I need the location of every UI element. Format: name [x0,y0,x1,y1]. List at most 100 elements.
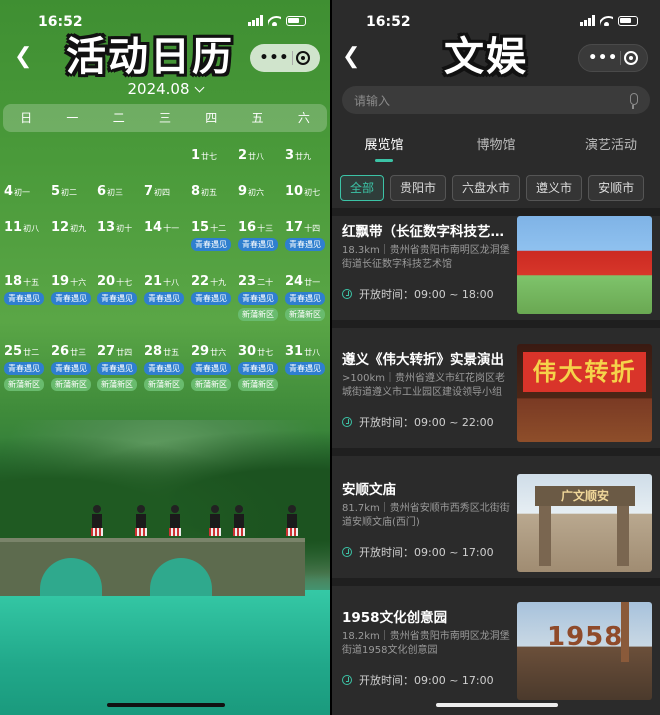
calendar-day[interactable]: 21十八 青春遇见 [144,270,190,305]
event-tag[interactable]: 青春遇见 [97,292,137,305]
event-tag[interactable]: 新蒲新区 [191,378,231,391]
event-tag[interactable]: 青春遇见 [191,362,231,375]
event-tag[interactable]: 青春遇见 [238,292,278,305]
filter-chip[interactable]: 贵阳市 [390,175,447,201]
month-selector[interactable]: 2024.08 [0,80,330,98]
calendar-day[interactable]: 23二十 青春遇见 新蒲新区 [238,270,284,321]
calendar-day[interactable]: 4初一 [4,180,50,199]
more-icon[interactable]: ••• [588,50,618,66]
calendar-day[interactable]: 14十一 [144,216,190,235]
calendar-day[interactable]: 17十四 青春遇见 [285,216,330,251]
venue-address: >100km｜贵州省遵义市红花岗区老城街道遵义市工业园区建设领导小组 [342,373,505,398]
miniprogram-capsule[interactable]: ••• [578,44,648,72]
venue-address: 18.2km｜贵州省贵阳市南明区龙洞堡街道1958文化创意园 [342,631,510,656]
event-tag[interactable]: 青春遇见 [191,238,231,251]
calendar-day[interactable]: 29廿六 青春遇见 新蒲新区 [191,340,237,391]
calendar-day[interactable]: 6初三 [97,180,143,199]
background-person [209,505,221,541]
calendar-day[interactable]: 9初六 [238,180,284,199]
calendar-day[interactable]: 12初九 [51,216,97,235]
tab-museum[interactable]: 博物馆 [468,134,524,153]
calendar-day[interactable]: 25廿二 青春遇见 新蒲新区 [4,340,50,391]
venue-card[interactable]: 安顺文庙 81.7km｜贵州省安顺市西秀区北街街道安顺文庙(西门) 开放时间：0… [332,472,660,592]
calendar-day[interactable]: 3廿九 [285,144,330,163]
event-tag[interactable]: 青春遇见 [238,238,278,251]
event-tag[interactable]: 新蒲新区 [144,378,184,391]
calendar-day[interactable]: 10初七 [285,180,330,199]
calendar-day[interactable]: 27廿四 青春遇见 新蒲新区 [97,340,143,391]
more-icon[interactable]: ••• [260,50,290,66]
calendar-day[interactable]: 20十七 青春遇见 [97,270,143,305]
event-tag[interactable]: 新蒲新区 [285,308,325,321]
filter-chip[interactable]: 六盘水市 [452,175,521,201]
home-indicator[interactable] [436,703,558,707]
calendar-day[interactable]: 30廿七 青春遇见 新蒲新区 [238,340,284,391]
tab-performance[interactable]: 演艺活动 [576,134,646,153]
calendar-day[interactable]: 8初五 [191,180,237,199]
event-tag[interactable]: 青春遇见 [144,362,184,375]
venue-thumbnail[interactable]: 广文顺安 [517,474,652,572]
calendar-day[interactable]: 26廿三 青春遇见 新蒲新区 [51,340,97,391]
microphone-icon[interactable] [630,93,638,109]
status-time: 16:52 [366,14,411,30]
calendar-day[interactable]: 16十三 青春遇见 [238,216,284,251]
event-tag[interactable]: 新蒲新区 [4,378,44,391]
calendar-day[interactable]: 31廿八 青春遇见 [285,340,330,375]
venue-thumbnail[interactable]: 1958 [517,602,652,700]
background-person [169,505,181,541]
event-tag[interactable]: 青春遇见 [191,292,231,305]
event-tag[interactable]: 青春遇见 [285,362,325,375]
event-tag[interactable]: 青春遇见 [144,292,184,305]
venue-card[interactable]: 1958文化创意园 18.2km｜贵州省贵阳市南明区龙洞堡街道1958文化创意园… [332,600,660,715]
event-tag[interactable]: 新蒲新区 [97,378,137,391]
calendar-day[interactable]: 11初八 [4,216,50,235]
venue-card[interactable]: 遵义《伟大转折》实景演出 >100km｜贵州省遵义市红花岗区老城街道遵义市工业园… [332,342,660,462]
background-stone-bridge [0,538,305,596]
clock-icon [342,289,352,299]
calendar-day[interactable]: 28廿五 青春遇见 新蒲新区 [144,340,190,391]
weekday-label: 四 [205,111,218,125]
battery-icon [286,15,306,26]
miniprogram-capsule[interactable]: ••• [250,44,320,72]
close-miniprogram-icon[interactable] [623,51,638,65]
event-tag[interactable]: 青春遇见 [285,238,325,251]
calendar-day[interactable]: 24廿一 青春遇见 新蒲新区 [285,270,330,321]
tab-exhibition[interactable]: 展览馆 [356,134,412,162]
calendar-day[interactable]: 13初十 [97,216,143,235]
calendar-day[interactable]: 2廿八 [238,144,284,163]
event-tag[interactable]: 青春遇见 [4,292,44,305]
calendar-day[interactable]: 15十二 青春遇见 [191,216,237,251]
calendar-day[interactable]: 7初四 [144,180,190,199]
event-tag[interactable]: 青春遇见 [51,362,91,375]
calendar-day[interactable]: 1廿七 [191,144,237,163]
clock-icon [342,417,352,427]
event-tag[interactable]: 青春遇见 [238,362,278,375]
home-indicator[interactable] [107,703,225,707]
venue-thumbnail[interactable] [517,216,652,314]
venue-thumbnail[interactable]: 伟大转折 [517,344,652,442]
filter-chip-all[interactable]: 全部 [340,175,385,201]
filter-chip[interactable]: 安顺市 [588,175,645,201]
filter-chip[interactable]: 遵义市 [526,175,583,201]
back-arrow-icon[interactable]: ❮ [342,44,360,69]
event-tag[interactable]: 青春遇见 [97,362,137,375]
event-tag[interactable]: 新蒲新区 [238,308,278,321]
chevron-down-icon [194,82,204,93]
event-tag[interactable]: 青春遇见 [4,362,44,375]
search-input[interactable]: 请输入 [342,86,650,114]
venue-card[interactable]: 红飘带（长征数字科技艺术馆） 18.3km｜贵州省贵阳市南明区龙洞堡街道长征数字… [332,214,660,334]
calendar-day[interactable]: 19十六 青春遇见 [51,270,97,305]
clock-icon [342,675,352,685]
calendar-day[interactable]: 22十九 青春遇见 [191,270,237,305]
back-arrow-icon[interactable]: ❮ [14,44,32,69]
weekday-label: 三 [158,111,171,125]
event-tag[interactable]: 青春遇见 [285,292,325,305]
event-tag[interactable]: 青春遇见 [51,292,91,305]
calendar-day[interactable]: 5初二 [51,180,97,199]
event-tag[interactable]: 新蒲新区 [238,378,278,391]
close-miniprogram-icon[interactable] [296,51,311,65]
background-person [91,505,103,541]
event-tag[interactable]: 新蒲新区 [51,378,91,391]
calendar-day[interactable]: 18十五 青春遇见 [4,270,50,305]
background-person [233,505,245,541]
